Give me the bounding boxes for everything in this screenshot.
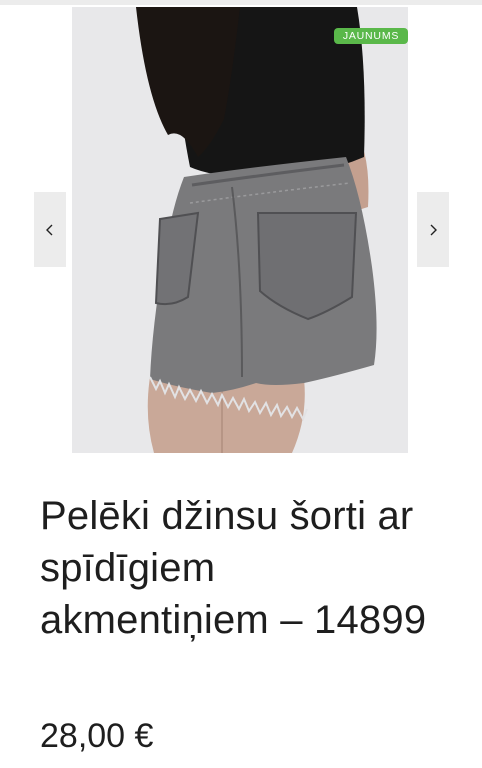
- chevron-left-icon: [46, 224, 53, 235]
- product-image[interactable]: [72, 7, 408, 453]
- new-badge: JAUNUMS: [334, 28, 408, 44]
- gallery-prev-button[interactable]: [34, 192, 66, 267]
- gallery-next-button[interactable]: [417, 192, 449, 267]
- product-gallery: JAUNUMS: [0, 7, 482, 455]
- top-divider: [0, 0, 482, 5]
- product-photo-illustration: [72, 7, 408, 453]
- product-title: Pelēki džinsu šorti ar spīdīgiem akmenti…: [40, 494, 427, 642]
- product-price: 28,00 €: [40, 717, 154, 755]
- chevron-right-icon: [430, 224, 437, 235]
